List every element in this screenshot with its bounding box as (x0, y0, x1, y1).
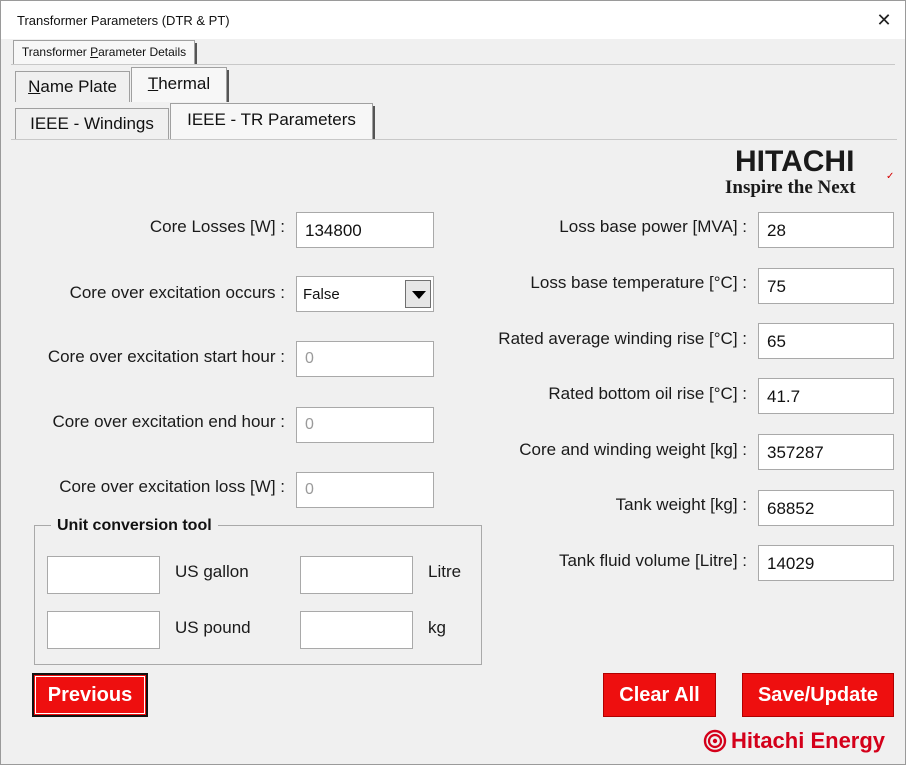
core-over-excitation-start-hour-input[interactable]: 0 (296, 341, 434, 377)
core-over-excitation-start-hour-label: Core over excitation start hour : (47, 347, 285, 366)
previous-button[interactable]: Previous (32, 673, 148, 717)
core-winding-weight-label: Core and winding weight [kg] : (519, 440, 747, 459)
hitachi-tagline: Inspire the Next (725, 177, 856, 198)
kg-label: kg (428, 618, 446, 637)
tab-thermal[interactable]: Thermal (131, 67, 229, 102)
rated-bottom-oil-rise-label: Rated bottom oil rise [°C] : (548, 384, 747, 403)
core-over-excitation-loss-input[interactable]: 0 (296, 472, 434, 508)
hitachi-logo: HITACHI Inspire the Next ✓ (721, 145, 903, 201)
litre-input[interactable] (300, 556, 413, 594)
kg-input[interactable] (300, 611, 413, 649)
tab-label: Name Plate (28, 77, 117, 96)
window-title: Transformer Parameters (DTR & PT) (17, 13, 230, 28)
tab-divider (11, 64, 895, 65)
tab-name-plate[interactable]: Name Plate (15, 71, 130, 102)
core-over-excitation-end-hour-input[interactable]: 0 (296, 407, 434, 443)
rated-average-winding-rise-label: Rated average winding rise [°C] : (498, 329, 747, 348)
save-update-button[interactable]: Save/Update (742, 673, 894, 717)
rated-average-winding-rise-input[interactable]: 65 (758, 323, 894, 359)
core-over-excitation-loss-label: Core over excitation loss [W] : (59, 477, 285, 496)
us-gallon-label: US gallon (175, 562, 249, 581)
us-pound-label: US pound (175, 618, 251, 637)
selected-value: False (303, 286, 340, 303)
core-over-excitation-end-hour-label: Core over excitation end hour : (52, 412, 285, 431)
core-winding-weight-input[interactable]: 357287 (758, 434, 894, 470)
hitachi-wordmark: HITACHI (735, 145, 855, 178)
litre-label: Litre (428, 562, 462, 581)
loss-base-power-input[interactable]: 28 (758, 212, 894, 248)
tank-fluid-volume-input[interactable]: 14029 (758, 545, 894, 581)
tank-fluid-volume-label: Tank fluid volume [Litre] : (558, 551, 747, 570)
hitachi-energy-mark-icon (703, 729, 727, 753)
core-over-excitation-occurs-label: Core over excitation occurs : (69, 283, 285, 302)
core-losses-input[interactable]: 134800 (296, 212, 434, 248)
us-pound-input[interactable] (47, 611, 160, 649)
tab-ieee-tr-parameters[interactable]: IEEE - TR Parameters (170, 103, 375, 139)
chevron-down-icon[interactable] (405, 280, 431, 308)
close-icon[interactable]: ✕ (869, 7, 899, 33)
us-gallon-input[interactable] (47, 556, 160, 594)
hitachi-energy-logo: Hitachi Energy (703, 727, 899, 757)
unit-conversion-title: Unit conversion tool (51, 517, 218, 535)
core-losses-label: Core Losses [W] : (149, 217, 285, 236)
tab-transformer-parameter-details[interactable]: T Transformer Parameter Details (13, 40, 197, 64)
clear-all-button[interactable]: Clear All (603, 673, 716, 717)
title-bar: Transformer Parameters (DTR & PT) ✕ (1, 1, 905, 39)
tagline-accent-icon: ✓ (886, 171, 895, 182)
loss-base-temperature-label: Loss base temperature [°C] : (530, 273, 747, 292)
tank-weight-label: Tank weight [kg] : (615, 495, 747, 514)
tab-label: IEEE - Windings (30, 114, 154, 133)
tab-label: Thermal (147, 74, 211, 93)
tab-label: IEEE - TR Parameters (187, 110, 356, 129)
rated-bottom-oil-rise-input[interactable]: 41.7 (758, 378, 894, 414)
loss-base-power-label: Loss base power [MVA] : (559, 217, 747, 236)
tank-weight-input[interactable]: 68852 (758, 490, 894, 526)
transformer-parameters-window: Transformer Parameters (DTR & PT) ✕ T Tr… (0, 0, 906, 765)
tab-ieee-windings[interactable]: IEEE - Windings (15, 108, 169, 139)
tab-label-outer: Transformer Parameter Details (21, 45, 187, 59)
core-over-excitation-occurs-select[interactable]: False (296, 276, 434, 312)
loss-base-temperature-input[interactable]: 75 (758, 268, 894, 304)
hitachi-energy-wordmark: Hitachi Energy (731, 728, 886, 753)
